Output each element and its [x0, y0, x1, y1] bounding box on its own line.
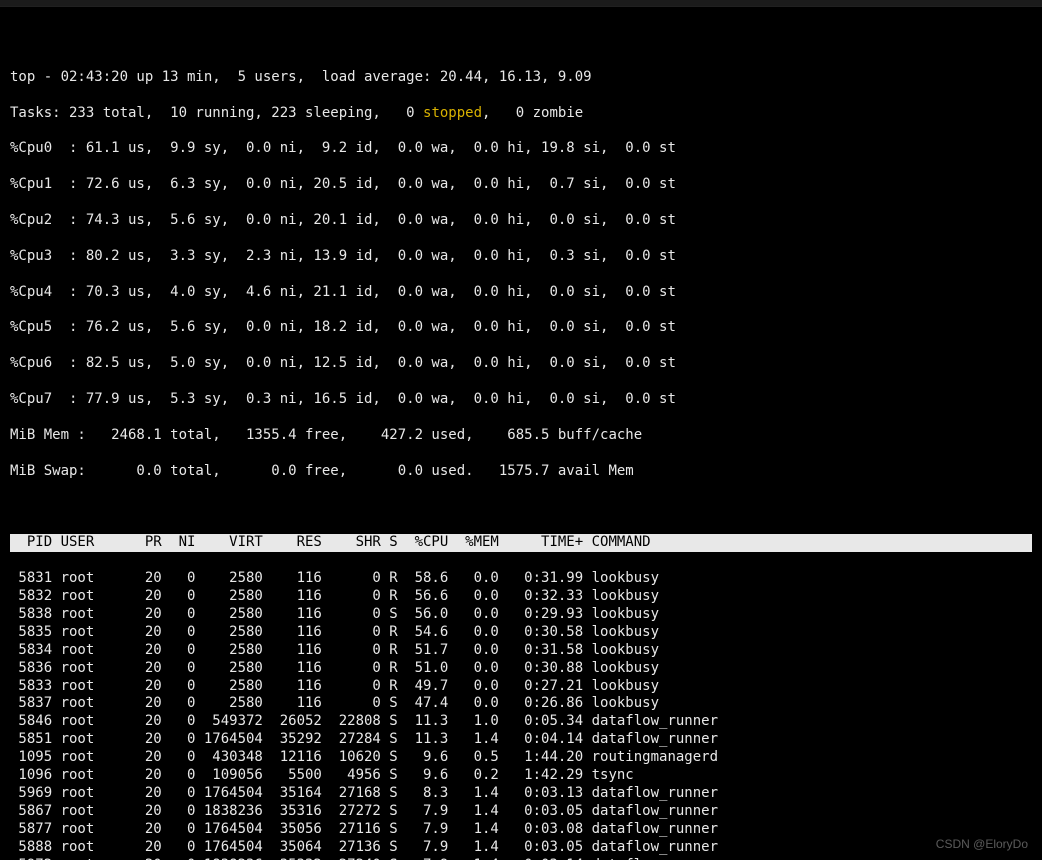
process-row[interactable]: 5832 root 20 0 2580 116 0 R 56.6 0.0 0:3…	[10, 588, 1032, 606]
swap-line: MiB Swap: 0.0 total, 0.0 free, 0.0 used.…	[10, 463, 1032, 481]
cpu4-line: %Cpu4 : 70.3 us, 4.0 sy, 4.6 ni, 21.1 id…	[10, 284, 1032, 302]
process-row[interactable]: 5867 root 20 0 1838236 35316 27272 S 7.9…	[10, 803, 1032, 821]
blank-line	[10, 498, 1032, 516]
cpu2-line: %Cpu2 : 74.3 us, 5.6 sy, 0.0 ni, 20.1 id…	[10, 212, 1032, 230]
process-row[interactable]: 5838 root 20 0 2580 116 0 S 56.0 0.0 0:2…	[10, 606, 1032, 624]
column-headers: PID USER PR NI VIRT RES SHR S %CPU %MEM …	[10, 534, 1032, 552]
cpu0-line: %Cpu0 : 61.1 us, 9.9 sy, 0.0 ni, 9.2 id,…	[10, 140, 1032, 158]
terminal-screen[interactable]: top - 02:43:20 up 13 min, 5 users, load …	[0, 7, 1042, 860]
process-row[interactable]: 5834 root 20 0 2580 116 0 R 51.7 0.0 0:3…	[10, 642, 1032, 660]
column-headers-text: PID USER PR NI VIRT RES SHR S %CPU %MEM …	[10, 534, 1032, 552]
cpu7-line: %Cpu7 : 77.9 us, 5.3 sy, 0.3 ni, 16.5 id…	[10, 391, 1032, 409]
process-row[interactable]: 5835 root 20 0 2580 116 0 R 54.6 0.0 0:3…	[10, 624, 1032, 642]
process-row[interactable]: 5888 root 20 0 1764504 35064 27136 S 7.9…	[10, 839, 1032, 857]
process-row[interactable]: 5833 root 20 0 2580 116 0 R 49.7 0.0 0:2…	[10, 678, 1032, 696]
process-row[interactable]: 1096 root 20 0 109056 5500 4956 S 9.6 0.…	[10, 767, 1032, 785]
cpu6-line: %Cpu6 : 82.5 us, 5.0 sy, 0.0 ni, 12.5 id…	[10, 355, 1032, 373]
cpu1-line: %Cpu1 : 72.6 us, 6.3 sy, 0.0 ni, 20.5 id…	[10, 176, 1032, 194]
process-row[interactable]: 5836 root 20 0 2580 116 0 R 51.0 0.0 0:3…	[10, 660, 1032, 678]
top-summary-line: top - 02:43:20 up 13 min, 5 users, load …	[10, 69, 1032, 87]
tasks-line: Tasks: 233 total, 10 running, 223 sleepi…	[10, 105, 1032, 123]
process-row[interactable]: 5831 root 20 0 2580 116 0 R 58.6 0.0 0:3…	[10, 570, 1032, 588]
process-table-body: 5831 root 20 0 2580 116 0 R 58.6 0.0 0:3…	[10, 570, 1032, 860]
summary-time-uptime: top - 02:43:20 up 13 min, 5 users, load …	[10, 69, 592, 85]
stopped-token: stopped	[423, 105, 482, 121]
process-row[interactable]: 5837 root 20 0 2580 116 0 S 47.4 0.0 0:2…	[10, 695, 1032, 713]
process-row[interactable]: 1095 root 20 0 430348 12116 10620 S 9.6 …	[10, 749, 1032, 767]
process-row[interactable]: 5972 root 20 0 1838236 35332 27240 S 7.9…	[10, 857, 1032, 860]
source-watermark: CSDN @EloryDo	[936, 837, 1028, 852]
process-row[interactable]: 5846 root 20 0 549372 26052 22808 S 11.3…	[10, 713, 1032, 731]
cpu3-line: %Cpu3 : 80.2 us, 3.3 sy, 2.3 ni, 13.9 id…	[10, 248, 1032, 266]
process-row[interactable]: 5877 root 20 0 1764504 35056 27116 S 7.9…	[10, 821, 1032, 839]
mem-line: MiB Mem : 2468.1 total, 1355.4 free, 427…	[10, 427, 1032, 445]
process-row[interactable]: 5969 root 20 0 1764504 35164 27168 S 8.3…	[10, 785, 1032, 803]
process-row[interactable]: 5851 root 20 0 1764504 35292 27284 S 11.…	[10, 731, 1032, 749]
cpu5-line: %Cpu5 : 76.2 us, 5.6 sy, 0.0 ni, 18.2 id…	[10, 319, 1032, 337]
window-titlebar	[0, 0, 1042, 7]
